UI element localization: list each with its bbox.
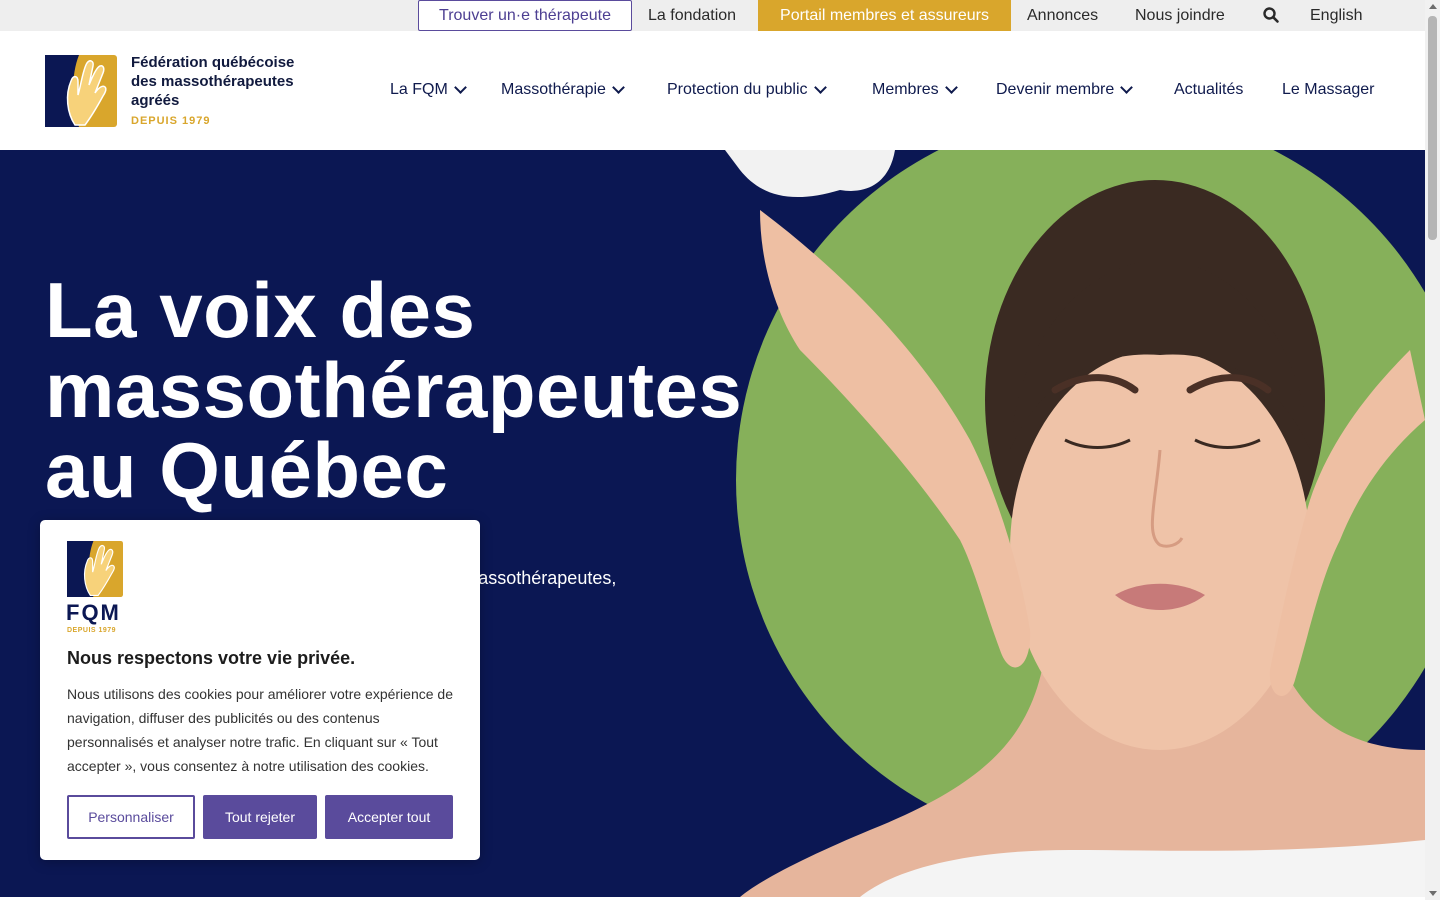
cookie-logo-text: FQM bbox=[66, 600, 121, 625]
foundation-link[interactable]: La fondation bbox=[648, 0, 736, 31]
fqm-logo-icon[interactable] bbox=[45, 55, 117, 127]
hero-title: La voix des massothérapeutes au Québec bbox=[45, 266, 743, 514]
scrollbar-thumb[interactable] bbox=[1428, 16, 1437, 240]
chevron-down-icon bbox=[1120, 81, 1134, 94]
member-portal-button[interactable]: Portail membres et assureurs bbox=[758, 0, 1011, 31]
nav-label: Devenir membre bbox=[996, 81, 1115, 98]
nav-item-actualites[interactable]: Actualités bbox=[1174, 78, 1243, 102]
nav-label: Le Massager bbox=[1282, 81, 1375, 98]
nav-item-le-massager[interactable]: Le Massager bbox=[1282, 78, 1375, 102]
chevron-down-icon bbox=[453, 81, 467, 94]
chevron-down-icon bbox=[944, 81, 958, 94]
nav-item-devenir-membre[interactable]: Devenir membre bbox=[996, 78, 1134, 102]
cookie-title: Nous respectons votre vie privée. bbox=[67, 648, 356, 668]
logo-name[interactable]: Fédération québécoise des massothérapeut… bbox=[131, 53, 321, 110]
nav-item-massotherapie[interactable]: Massothérapie bbox=[501, 78, 625, 102]
chevron-down-icon bbox=[813, 81, 827, 94]
ads-link[interactable]: Annonces bbox=[1027, 0, 1098, 31]
chevron-down-icon bbox=[612, 81, 625, 94]
cookie-logo-since: DEPUIS 1979 bbox=[67, 627, 117, 634]
site-header: Fédération québécoise des massothérapeut… bbox=[0, 31, 1425, 150]
find-therapist-button[interactable]: Trouver un·e thérapeute bbox=[418, 0, 632, 31]
page-scrollbar[interactable] bbox=[1425, 0, 1440, 900]
cookie-consent-dialog: FQM DEPUIS 1979 Nous respectons votre vi… bbox=[40, 520, 480, 860]
scroll-up-icon[interactable] bbox=[1429, 4, 1437, 9]
accept-all-button[interactable]: Accepter tout bbox=[325, 795, 453, 839]
nav-label: La FQM bbox=[390, 81, 448, 98]
nav-label: Massothérapie bbox=[501, 81, 606, 98]
nav-item-membres[interactable]: Membres bbox=[872, 78, 958, 102]
nav-label: Protection du public bbox=[667, 81, 808, 98]
nav-label: Actualités bbox=[1174, 81, 1244, 98]
search-icon[interactable] bbox=[1262, 6, 1280, 24]
customize-cookies-button[interactable]: Personnaliser bbox=[67, 795, 195, 839]
reject-all-button[interactable]: Tout rejeter bbox=[203, 795, 317, 839]
contact-link[interactable]: Nous joindre bbox=[1135, 0, 1225, 31]
scroll-down-icon[interactable] bbox=[1429, 891, 1437, 896]
top-utility-bar: Trouver un·e thérapeute La fondation Por… bbox=[0, 0, 1425, 31]
cookie-description: Nous utilisons des cookies pour améliore… bbox=[67, 686, 453, 774]
nav-item-la-fqm[interactable]: La FQM bbox=[390, 78, 467, 102]
nav-label: Membres bbox=[872, 81, 939, 98]
logo-since: DEPUIS 1979 bbox=[131, 115, 211, 127]
hero-massage-image bbox=[725, 150, 1425, 897]
language-switch-link[interactable]: English bbox=[1310, 0, 1362, 31]
nav-item-protection-du-public[interactable]: Protection du public bbox=[667, 78, 827, 102]
fqm-logo-icon bbox=[67, 541, 123, 597]
